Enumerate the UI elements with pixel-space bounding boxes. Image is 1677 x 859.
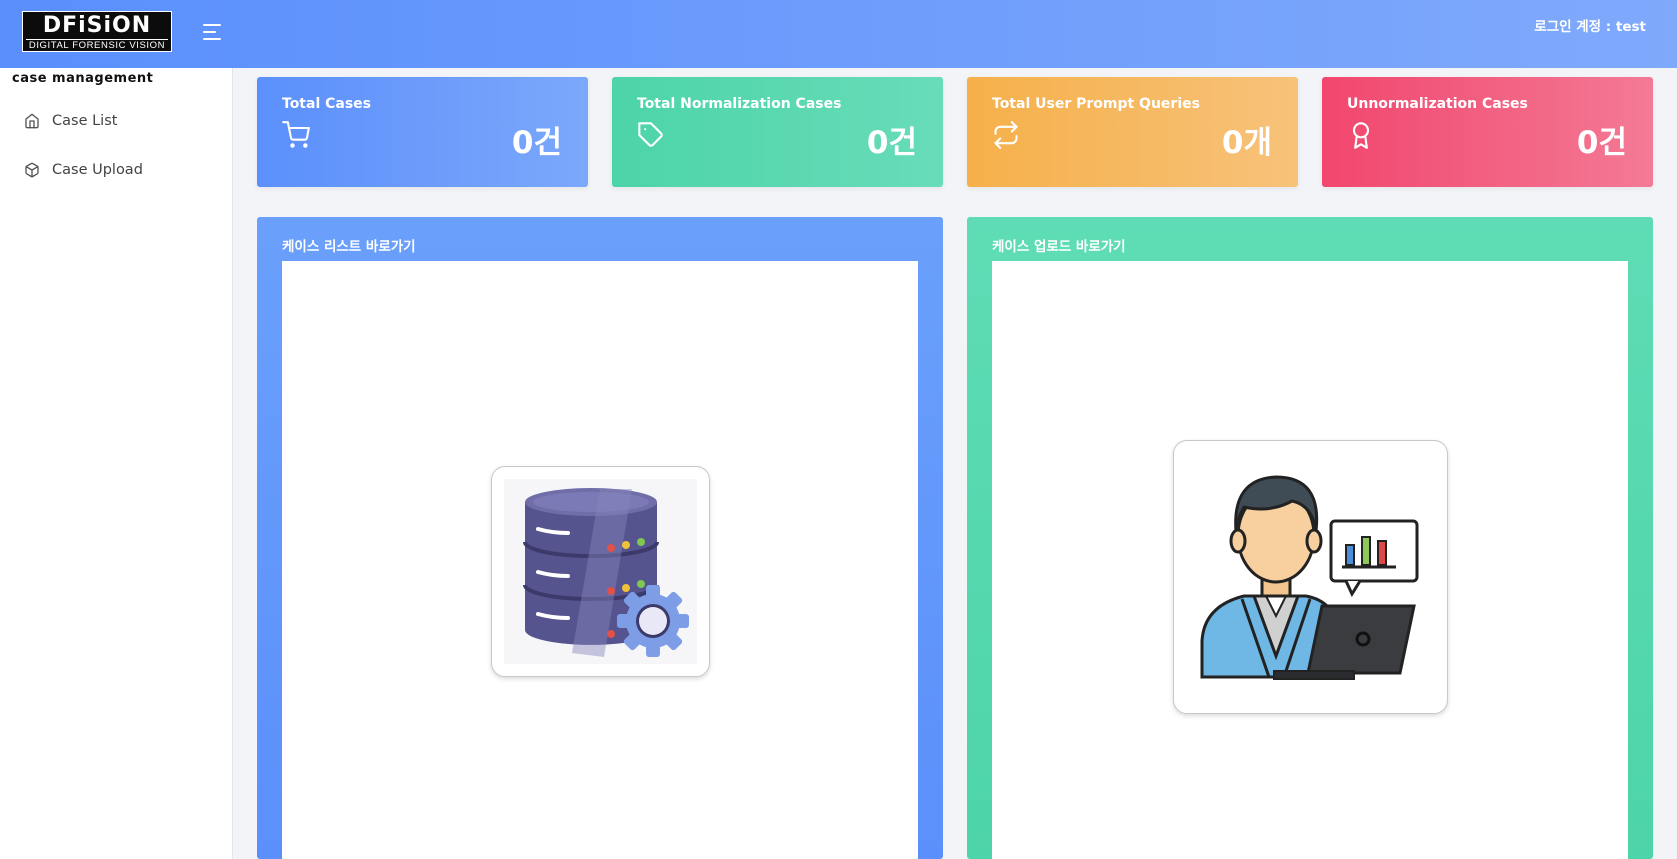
analyst-laptop-icon (1200, 475, 1419, 680)
stat-label: Unnormalization Cases (1347, 96, 1528, 112)
home-icon (25, 113, 39, 129)
dfision-logo[interactable]: DFiSiON DIGITAL FORENSIC VISION (22, 11, 172, 52)
sidebar-item-label: Case Upload (52, 162, 143, 178)
box-icon (25, 162, 39, 178)
cart-icon (282, 121, 310, 148)
sidebar-section-title: case management (12, 71, 154, 86)
logo-sub-text: DIGITAL FORENSIC VISION (26, 39, 168, 51)
tag-icon (638, 122, 663, 147)
panel-body (282, 261, 918, 859)
case-list-shortcut-panel: 케이스 리스트 바로가기 (257, 217, 943, 859)
stat-value: 0건 (1576, 125, 1627, 161)
stat-label: Total Cases (282, 96, 372, 112)
stat-label: Total Normalization Cases (637, 96, 842, 112)
top-navbar: DFiSiON DIGITAL FORENSIC VISION 로그인 계정 :… (0, 0, 1677, 68)
database-gear-icon (504, 479, 697, 664)
menu-toggle-icon[interactable] (203, 24, 223, 40)
case-upload-shortcut-panel: 케이스 업로드 바로가기 (967, 217, 1653, 859)
sidebar-item-case-upload[interactable]: Case Upload (24, 158, 143, 182)
stat-label: Total User Prompt Queries (992, 96, 1200, 112)
stat-card-total-cases: Total Cases 0건 (257, 77, 588, 187)
repeat-icon (994, 121, 1018, 149)
stat-value: 0건 (511, 125, 562, 161)
panel-title: 케이스 업로드 바로가기 (992, 239, 1126, 255)
panel-title: 케이스 리스트 바로가기 (282, 239, 416, 255)
logo-main-text: DFiSiON (42, 13, 152, 38)
sidebar-item-label: Case List (52, 113, 118, 129)
stat-value: 0건 (866, 125, 917, 161)
award-icon (1352, 122, 1370, 149)
sidebar: case management Case List Case Upload (0, 68, 233, 859)
stat-card-user-prompt-queries: Total User Prompt Queries 0개 (967, 77, 1298, 187)
stat-value: 0개 (1221, 125, 1272, 161)
case-upload-link-image[interactable] (1173, 440, 1448, 714)
stat-card-unnormalization: Unnormalization Cases 0건 (1322, 77, 1653, 187)
login-account-label: 로그인 계정 : test (1534, 19, 1646, 35)
panel-body (992, 261, 1628, 859)
stat-card-total-normalization: Total Normalization Cases 0건 (612, 77, 943, 187)
sidebar-item-case-list[interactable]: Case List (24, 109, 117, 133)
case-list-link-image[interactable] (491, 466, 710, 677)
